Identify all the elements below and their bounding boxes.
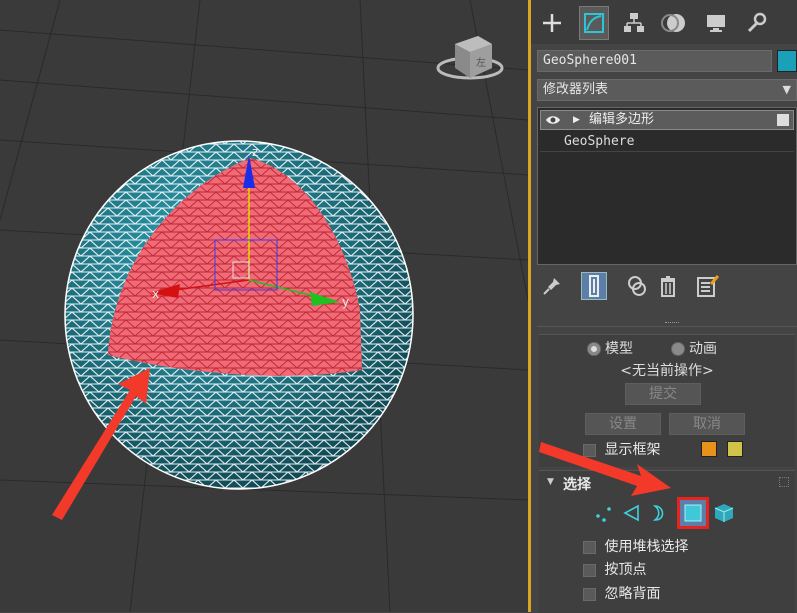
element-level-button[interactable]: [711, 499, 737, 527]
make-unique-button[interactable]: [625, 272, 651, 300]
element-icon: [714, 504, 734, 522]
subobject-level-bar: [589, 497, 769, 529]
ignore-backfacing-label: 忽略背面: [604, 586, 661, 602]
edge-level-button[interactable]: [619, 499, 645, 527]
command-panel: GeoSphere001 修改器列表 ▼ ▶ 编辑多边形 GeoSphere 模…: [531, 0, 797, 613]
tab-hierarchy[interactable]: [619, 6, 649, 40]
gizmo-z-label: z: [252, 145, 258, 159]
cage-color-swatch-2[interactable]: [727, 441, 743, 457]
eye-icon[interactable]: [545, 114, 561, 126]
radio-icon: [587, 342, 601, 356]
object-name-field[interactable]: GeoSphere001: [537, 50, 772, 72]
edge-icon: [623, 504, 639, 522]
modifier-list-dropdown[interactable]: 修改器列表 ▼: [537, 79, 797, 101]
pin-stack-button[interactable]: [539, 272, 565, 300]
gizmo-y-label: y: [342, 295, 349, 309]
modifier-stack: ▶ 编辑多边形 GeoSphere: [537, 107, 797, 265]
configure-modifier-sets-button[interactable]: [695, 272, 721, 300]
polygon-level-button[interactable]: [677, 497, 709, 529]
modify-icon: [584, 13, 604, 33]
by-vertex-label: 按顶点: [604, 562, 647, 578]
display-icon: [707, 15, 725, 32]
vertex-level-button[interactable]: [591, 499, 617, 527]
hierarchy-icon: [624, 13, 644, 32]
border-level-button[interactable]: [647, 499, 673, 527]
stack-item-geosphere[interactable]: GeoSphere: [540, 132, 794, 152]
checkbox-icon: [583, 540, 596, 554]
checkbox-icon: [583, 587, 596, 601]
configure-sets-icon: [697, 275, 720, 297]
command-panel-tabs: [531, 0, 797, 44]
plus-icon: [543, 14, 561, 32]
tab-utilities[interactable]: [741, 6, 771, 40]
mode-model-label: 模型: [605, 341, 633, 357]
rollout-drag-handle[interactable]: [779, 477, 789, 487]
trash-icon: [661, 276, 675, 297]
mode-model-radio[interactable]: 模型: [587, 338, 633, 358]
viewcube[interactable]: 左: [436, 36, 504, 80]
show-end-result-button[interactable]: [581, 272, 607, 300]
checkbox-icon: [583, 563, 596, 577]
vertex-icon: [596, 507, 611, 522]
motion-icon: [661, 14, 685, 32]
annotation-arrow-right: [539, 442, 671, 496]
use-stack-selection-label: 使用堆栈选择: [604, 539, 689, 555]
current-operation-text: <无当前操作>: [620, 363, 714, 379]
stack-item-label: 编辑多边形: [589, 112, 655, 127]
stack-item-edit-poly[interactable]: ▶ 编辑多边形: [540, 110, 794, 130]
mode-anim-label: 动画: [689, 341, 717, 357]
make-unique-icon: [628, 276, 646, 296]
dropdown-arrow-icon: ▼: [782, 83, 791, 96]
polygon-icon: [684, 504, 702, 522]
cage-color-swatch-1[interactable]: [701, 441, 717, 457]
object-color-swatch[interactable]: [777, 50, 797, 72]
viewcube-label: 左: [476, 56, 486, 69]
tab-modify[interactable]: [579, 6, 609, 40]
modifier-list-label: 修改器列表: [543, 82, 609, 97]
gizmo-x-label: x: [152, 287, 159, 301]
radio-icon: [671, 342, 685, 356]
tab-display[interactable]: [701, 6, 731, 40]
use-stack-selection-checkbox[interactable]: 使用堆栈选择: [583, 536, 688, 556]
commit-button[interactable]: 提交: [625, 383, 701, 405]
mode-anim-radio[interactable]: 动画: [671, 338, 717, 358]
pin-icon: [543, 278, 560, 295]
end-result-icon: [589, 275, 599, 297]
ignore-backfacing-checkbox[interactable]: 忽略背面: [583, 583, 660, 603]
perspective-viewport[interactable]: z x y 左: [0, 0, 528, 612]
remove-modifier-button[interactable]: [655, 272, 681, 300]
panel-divider: [537, 320, 797, 328]
tab-create[interactable]: [537, 6, 567, 40]
stack-toolbar: [537, 272, 797, 302]
viewport-scene: z x y 左: [0, 0, 528, 612]
utilities-icon: [747, 12, 767, 33]
expand-triangle-icon[interactable]: ▶: [573, 111, 580, 129]
border-icon: [652, 505, 664, 521]
stack-item-toggle[interactable]: [777, 114, 789, 126]
tab-motion[interactable]: [659, 6, 689, 40]
by-vertex-checkbox[interactable]: 按顶点: [583, 559, 646, 579]
